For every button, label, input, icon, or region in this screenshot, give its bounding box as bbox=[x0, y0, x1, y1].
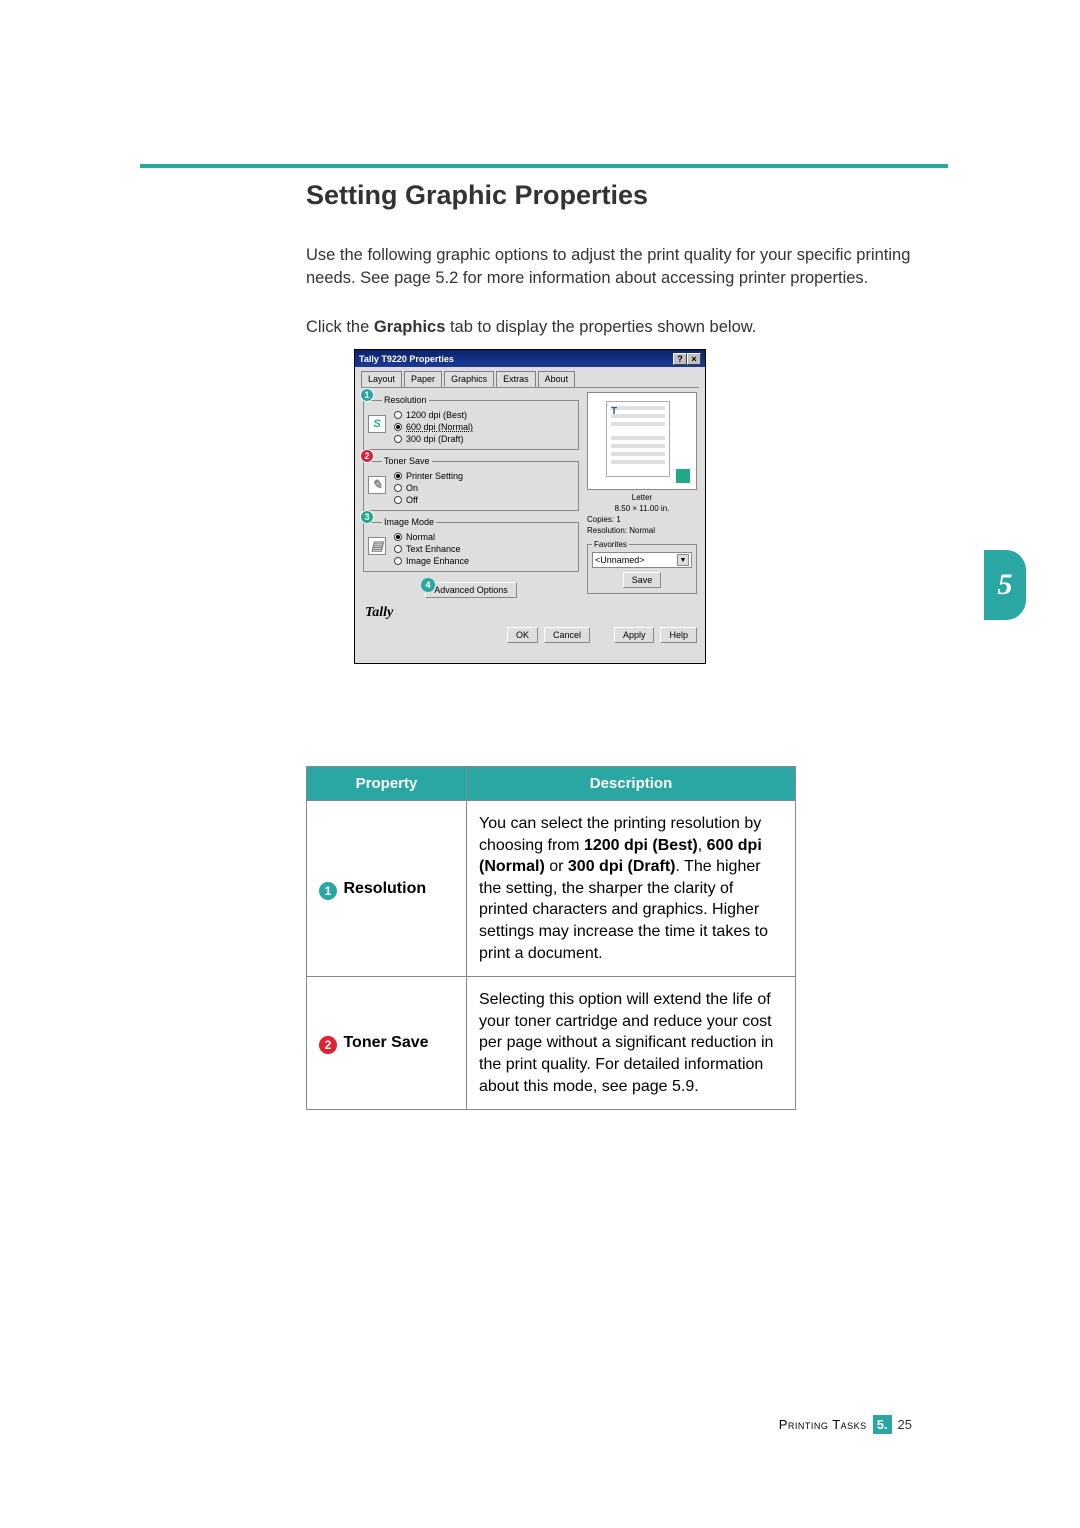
brand-label: Tally bbox=[355, 603, 705, 623]
close-icon[interactable]: × bbox=[687, 353, 701, 365]
image-mode-option-normal-label: Normal bbox=[406, 532, 435, 542]
table-head-property: Property bbox=[307, 767, 467, 801]
resolution-option-300-label: 300 dpi (Draft) bbox=[406, 434, 464, 444]
row1-name: Resolution bbox=[343, 880, 426, 897]
image-mode-group: Image Mode ▤ Normal Text Enhance Image E… bbox=[363, 517, 579, 572]
resolution-legend: Resolution bbox=[382, 395, 429, 405]
dialog-tabbar: Layout Paper Graphics Extras About bbox=[355, 367, 705, 387]
row2-callout: 2 bbox=[319, 1036, 337, 1054]
image-mode-option-text[interactable]: Text Enhance bbox=[370, 543, 574, 555]
tab-about[interactable]: About bbox=[538, 371, 576, 387]
footer-chapter: 5. bbox=[873, 1415, 892, 1434]
tab-paper[interactable]: Paper bbox=[404, 371, 442, 387]
property-table: Property Description 1 Resolution You ca… bbox=[306, 766, 796, 1110]
footer-page-number: 25 bbox=[898, 1417, 912, 1432]
page-footer: Printing Tasks 5. 25 bbox=[779, 1415, 912, 1434]
callout-2: 2 bbox=[360, 449, 374, 463]
resolution-option-300[interactable]: 300 dpi (Draft) bbox=[370, 433, 574, 445]
page-preview: T bbox=[587, 392, 697, 490]
preview-copies: Copies: 1 bbox=[587, 514, 697, 525]
footer-section: Printing Tasks bbox=[779, 1417, 867, 1432]
image-mode-option-image-label: Image Enhance bbox=[406, 556, 469, 566]
toner-save-icon: ✎ bbox=[368, 476, 386, 494]
toner-save-option-printer[interactable]: Printer Setting bbox=[370, 470, 574, 482]
image-mode-option-text-label: Text Enhance bbox=[406, 544, 461, 554]
advanced-options-button[interactable]: Advanced Options bbox=[425, 582, 517, 598]
favorites-legend: Favorites bbox=[592, 540, 629, 549]
toner-save-legend: Toner Save bbox=[382, 456, 432, 466]
tab-graphics[interactable]: Graphics bbox=[444, 371, 494, 387]
instruction-tabname: Graphics bbox=[374, 318, 446, 336]
tab-layout[interactable]: Layout bbox=[361, 371, 402, 387]
image-mode-option-normal[interactable]: Normal bbox=[370, 531, 574, 543]
toner-save-option-on[interactable]: On bbox=[370, 482, 574, 494]
tab-extras[interactable]: Extras bbox=[496, 371, 536, 387]
callout-4: 4 bbox=[421, 578, 435, 592]
toner-save-option-off-label: Off bbox=[406, 495, 418, 505]
favorites-save-button[interactable]: Save bbox=[623, 572, 662, 588]
image-mode-legend: Image Mode bbox=[382, 517, 436, 527]
dialog-title: Tally T9220 Properties bbox=[359, 354, 454, 364]
preview-size-dim: 8.50 × 11.00 in. bbox=[587, 503, 697, 514]
callout-1: 1 bbox=[360, 388, 374, 402]
resolution-option-600[interactable]: 600 dpi (Normal) bbox=[370, 421, 574, 433]
instruction-pre: Click the bbox=[306, 318, 374, 336]
chapter-tab: 5 bbox=[984, 550, 1026, 620]
help-icon[interactable]: ? bbox=[673, 353, 687, 365]
printer-properties-dialog: Tally T9220 Properties ? × Layout Paper … bbox=[354, 349, 706, 664]
image-mode-option-image[interactable]: Image Enhance bbox=[370, 555, 574, 567]
help-button[interactable]: Help bbox=[660, 627, 697, 643]
toner-save-option-off[interactable]: Off bbox=[370, 494, 574, 506]
resolution-option-1200[interactable]: 1200 dpi (Best) bbox=[370, 409, 574, 421]
page-top-rule bbox=[140, 164, 948, 168]
toner-save-option-on-label: On bbox=[406, 483, 418, 493]
resolution-group: Resolution S 1200 dpi (Best) 600 dpi (No… bbox=[363, 395, 579, 450]
preview-corner-icon bbox=[676, 469, 690, 483]
row1-callout: 1 bbox=[319, 882, 337, 900]
instruction-paragraph: Click the Graphics tab to display the pr… bbox=[306, 316, 946, 339]
dialog-button-row: OK Cancel Apply Help bbox=[355, 623, 705, 649]
image-mode-icon: ▤ bbox=[368, 537, 386, 555]
cancel-button[interactable]: Cancel bbox=[544, 627, 590, 643]
resolution-option-1200-label: 1200 dpi (Best) bbox=[406, 410, 467, 420]
row1-description: You can select the printing resolution b… bbox=[467, 801, 796, 977]
chevron-down-icon: ▼ bbox=[677, 554, 689, 566]
apply-button[interactable]: Apply bbox=[614, 627, 655, 643]
preview-resolution: Resolution: Normal bbox=[587, 525, 697, 536]
preview-size-name: Letter bbox=[587, 492, 697, 503]
table-row: 1 Resolution You can select the printing… bbox=[307, 801, 796, 977]
resolution-icon: S bbox=[368, 415, 386, 433]
favorites-select-value: <Unnamed> bbox=[595, 555, 645, 565]
favorites-group: Favorites <Unnamed> ▼ Save bbox=[587, 540, 697, 594]
table-row: 2 Toner Save Selecting this option will … bbox=[307, 977, 796, 1110]
dialog-titlebar: Tally T9220 Properties ? × bbox=[355, 350, 705, 367]
section-heading: Setting Graphic Properties bbox=[306, 180, 648, 211]
row2-name: Toner Save bbox=[343, 1034, 428, 1051]
toner-save-group: Toner Save ✎ Printer Setting On Off bbox=[363, 456, 579, 511]
instruction-post: tab to display the properties shown belo… bbox=[445, 318, 756, 336]
resolution-option-600-label: 600 dpi (Normal) bbox=[406, 422, 473, 432]
callout-3: 3 bbox=[360, 510, 374, 524]
table-head-description: Description bbox=[467, 767, 796, 801]
row2-description: Selecting this option will extend the li… bbox=[467, 977, 796, 1110]
ok-button[interactable]: OK bbox=[507, 627, 538, 643]
toner-save-option-printer-label: Printer Setting bbox=[406, 471, 463, 481]
favorites-select[interactable]: <Unnamed> ▼ bbox=[592, 552, 692, 568]
intro-paragraph: Use the following graphic options to adj… bbox=[306, 244, 946, 290]
